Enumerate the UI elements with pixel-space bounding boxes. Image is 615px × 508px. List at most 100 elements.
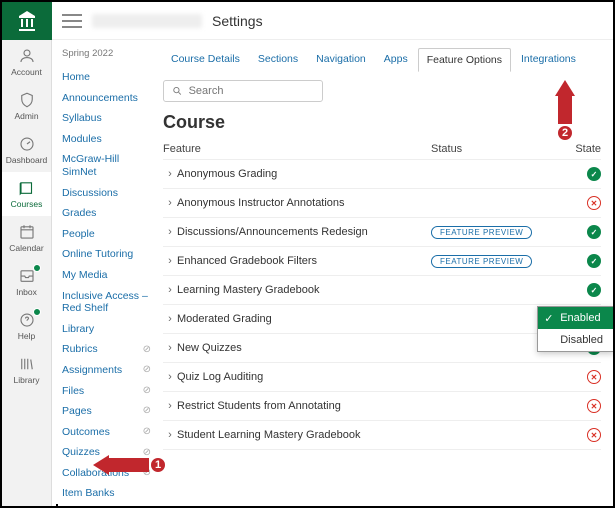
global-nav-courses[interactable]: Courses <box>2 172 51 216</box>
global-nav-calendar[interactable]: Calendar <box>2 216 51 260</box>
feature-status: FEATURE PREVIEW <box>431 255 551 268</box>
feature-row: ›Moderated Grading✓ <box>163 305 601 334</box>
course-nav-item[interactable]: My Media <box>62 265 151 286</box>
topbar: Settings <box>52 2 613 40</box>
global-nav-admin[interactable]: Admin <box>2 84 51 128</box>
hidden-icon: ⊘ <box>143 447 151 459</box>
state-disabled-icon: ✕ <box>587 399 601 413</box>
global-nav-library[interactable]: Library <box>2 348 51 392</box>
nav-label: Help <box>18 331 35 341</box>
feature-state-toggle[interactable]: ✓ <box>551 225 601 239</box>
course-nav-item[interactable]: Announcements <box>62 88 151 109</box>
institution-logo[interactable] <box>2 2 52 40</box>
feature-row: ›Learning Mastery Gradebook✓ <box>163 276 601 305</box>
course-nav-item[interactable]: Pages⊘ <box>62 401 151 422</box>
expand-chevron-icon[interactable]: › <box>163 284 177 296</box>
global-nav-account[interactable]: Account <box>2 40 51 84</box>
nav-label: Account <box>11 67 42 77</box>
course-nav-item[interactable]: Grades <box>62 203 151 224</box>
feature-state-toggle[interactable]: ✕ <box>551 399 601 413</box>
feature-row: ›Quiz Log Auditing✕ <box>163 363 601 392</box>
expand-chevron-icon[interactable]: › <box>163 400 177 412</box>
state-enabled-icon: ✓ <box>587 225 601 239</box>
unread-badge <box>33 264 41 272</box>
feature-name: New Quizzes <box>177 342 431 354</box>
course-nav-item[interactable]: Settings <box>56 504 151 506</box>
col-state: State <box>551 143 601 155</box>
expand-chevron-icon[interactable]: › <box>163 429 177 441</box>
feature-state-toggle[interactable]: ✓ <box>551 283 601 297</box>
state-disabled-icon: ✕ <box>587 428 601 442</box>
course-nav-item[interactable]: Library <box>62 319 151 340</box>
nav-label: Courses <box>11 199 43 209</box>
hidden-icon: ⊘ <box>143 344 151 356</box>
state-dropdown: Enabled Disabled <box>537 306 613 352</box>
feature-row: ›Enhanced Gradebook FiltersFEATURE PREVI… <box>163 247 601 276</box>
tab[interactable]: Course Details <box>163 48 248 72</box>
course-nav-item[interactable]: Syllabus <box>62 108 151 129</box>
tab[interactable]: Navigation <box>308 48 374 72</box>
search-icon <box>172 85 183 97</box>
feature-name: Restrict Students from Annotating <box>177 400 431 412</box>
tab[interactable]: Sections <box>250 48 306 72</box>
hidden-icon: ⊘ <box>143 385 151 397</box>
expand-chevron-icon[interactable]: › <box>163 313 177 325</box>
feature-name: Student Learning Mastery Gradebook <box>177 429 431 441</box>
course-nav-item[interactable]: Item Banks <box>62 483 151 504</box>
tab[interactable]: Integrations <box>513 48 584 72</box>
expand-chevron-icon[interactable]: › <box>163 168 177 180</box>
expand-chevron-icon[interactable]: › <box>163 342 177 354</box>
course-nav-item[interactable]: People <box>62 224 151 245</box>
search-field[interactable] <box>163 80 323 102</box>
course-nav-item[interactable]: Home <box>62 67 151 88</box>
state-enabled-icon: ✓ <box>587 167 601 181</box>
global-nav-dashboard[interactable]: Dashboard <box>2 128 51 172</box>
feature-row: ›Anonymous Instructor Annotations✕ <box>163 189 601 218</box>
term-label: Spring 2022 <box>62 48 151 59</box>
course-nav-item[interactable]: Discussions <box>62 183 151 204</box>
nav-label: Dashboard <box>6 155 48 165</box>
course-nav-item[interactable]: Files⊘ <box>62 381 151 402</box>
course-nav-item[interactable]: Quizzes⊘ <box>62 442 151 463</box>
course-nav-item[interactable]: Outcomes⊘ <box>62 422 151 443</box>
state-disabled-icon: ✕ <box>587 370 601 384</box>
feature-state-toggle[interactable]: ✓ <box>551 254 601 268</box>
state-disabled-icon: ✕ <box>587 196 601 210</box>
course-nav-item[interactable]: Modules <box>62 129 151 150</box>
hidden-icon: ⊘ <box>143 405 151 417</box>
dropdown-option-disabled[interactable]: Disabled <box>538 329 613 351</box>
settings-tabs: Course DetailsSectionsNavigationAppsFeat… <box>163 48 601 72</box>
feature-state-toggle[interactable]: ✕ <box>551 428 601 442</box>
hamburger-icon[interactable] <box>62 14 82 28</box>
state-enabled-icon: ✓ <box>587 254 601 268</box>
course-nav-item[interactable]: McGraw-Hill SimNet <box>62 149 151 182</box>
feature-status: FEATURE PREVIEW <box>431 226 551 239</box>
section-title: Course <box>163 112 601 133</box>
expand-chevron-icon[interactable]: › <box>163 197 177 209</box>
course-nav-item[interactable]: Assignments⊘ <box>62 360 151 381</box>
course-nav-item[interactable]: Online Tutoring <box>62 244 151 265</box>
main-content: Course DetailsSectionsNavigationAppsFeat… <box>157 40 613 506</box>
tab[interactable]: Apps <box>376 48 416 72</box>
hidden-icon: ⊘ <box>143 426 151 438</box>
feature-state-toggle[interactable]: ✕ <box>551 370 601 384</box>
expand-chevron-icon[interactable]: › <box>163 255 177 267</box>
expand-chevron-icon[interactable]: › <box>163 226 177 238</box>
feature-state-toggle[interactable]: ✓ <box>551 167 601 181</box>
feature-row: ›Student Learning Mastery Gradebook ✕ <box>163 421 601 450</box>
breadcrumb-page: Settings <box>212 13 263 29</box>
dropdown-option-enabled[interactable]: Enabled <box>538 307 613 329</box>
expand-chevron-icon[interactable]: › <box>163 371 177 383</box>
global-nav-inbox[interactable]: Inbox <box>2 260 51 304</box>
course-nav-item[interactable]: Collaborations⊘ <box>62 463 151 484</box>
feature-preview-badge: FEATURE PREVIEW <box>431 255 532 268</box>
breadcrumb-course-name[interactable] <box>92 14 202 28</box>
course-nav-item[interactable]: Rubrics⊘ <box>62 339 151 360</box>
search-input[interactable] <box>189 85 314 97</box>
feature-state-toggle[interactable]: ✕ <box>551 196 601 210</box>
feature-preview-badge: FEATURE PREVIEW <box>431 226 532 239</box>
tab[interactable]: Feature Options <box>418 48 511 72</box>
course-nav: Spring 2022 HomeAnnouncementsSyllabusMod… <box>52 40 157 506</box>
global-nav-help[interactable]: Help <box>2 304 51 348</box>
course-nav-item[interactable]: Inclusive Access – Red Shelf <box>62 286 151 319</box>
